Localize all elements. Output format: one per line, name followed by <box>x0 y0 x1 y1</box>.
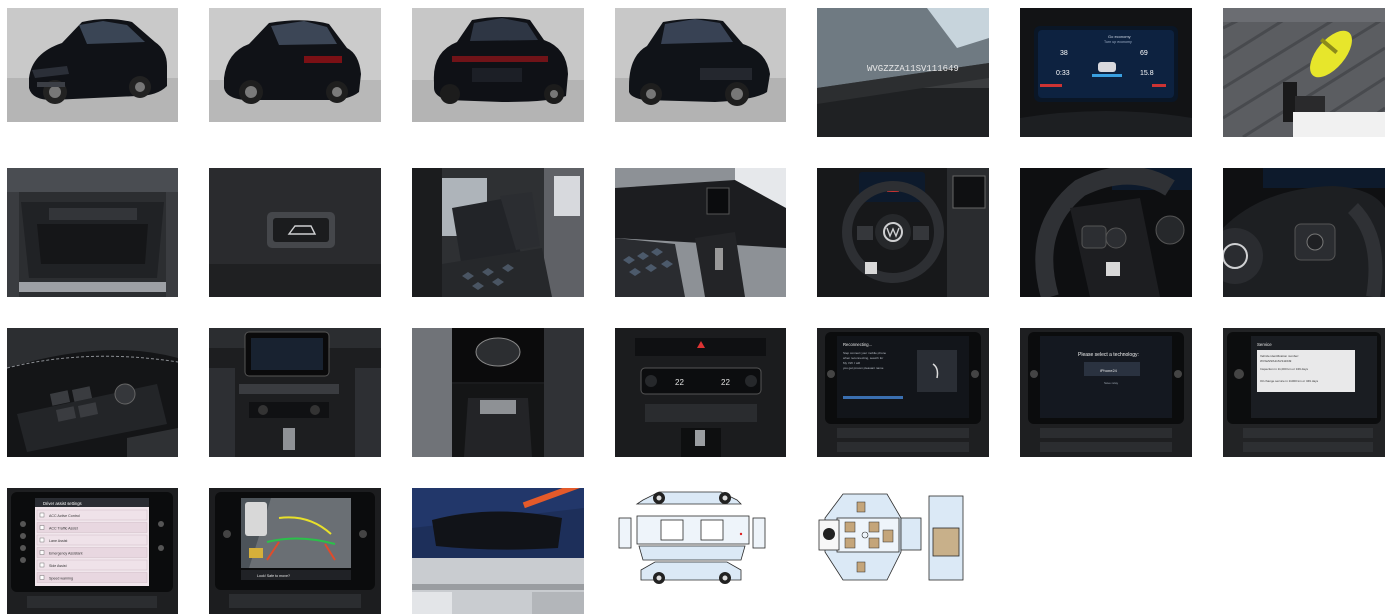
assist-checkbox <box>39 512 45 518</box>
assist-checkbox <box>39 550 45 555</box>
photo-exterior-rear-left[interactable] <box>209 8 381 122</box>
photo-steering-controls-left[interactable]: 18.8 <box>1020 168 1192 297</box>
tech-option-iphone: iPhone24 <box>1100 368 1118 373</box>
assist-checkbox <box>39 575 45 580</box>
photo-rearview-mirror[interactable] <box>412 488 584 614</box>
photo-trunk[interactable] <box>7 168 178 297</box>
service-line-4: Oil change service in 11000 km or 349 da… <box>1260 379 1319 383</box>
vin-text: WVGZZZA11SV111649 <box>867 64 959 74</box>
photo-steering-controls-right[interactable] <box>1223 168 1385 297</box>
reconnect-line-2: when reconnecting, search for <box>843 356 883 360</box>
photo-steering-wheel[interactable] <box>817 168 989 297</box>
photo-exterior-rear[interactable] <box>412 8 584 122</box>
assist-title: Driver assist settings <box>43 501 82 506</box>
reconnect-title: Reconnecting... <box>843 342 872 347</box>
photo-infotainment-service[interactable]: Service Vehicle identification number: W… <box>1223 328 1385 457</box>
cluster-trip-time: 0:33 <box>1056 70 1070 77</box>
photo-damage-diagram-interior[interactable] <box>817 488 967 588</box>
photo-rear-camera[interactable]: Look! Safe to move? <box>209 488 381 614</box>
svg-text:22: 22 <box>721 378 730 387</box>
assist-item-label: Emergency Assistant <box>49 552 83 556</box>
cluster-line-1: Go economy <box>1108 34 1131 39</box>
assist-item-label: Side Assist <box>49 564 67 568</box>
tech-prompt: Please select a technology: <box>1078 352 1139 358</box>
photo-window-switches[interactable] <box>7 328 178 457</box>
assist-item-label: Lane Assist <box>49 539 67 543</box>
photo-damage-diagram-exterior[interactable] <box>615 488 771 588</box>
photo-infotainment-select-technology[interactable]: Please select a technology: iPhone24 Sav… <box>1020 328 1192 457</box>
cluster-distance: 15.8 <box>1140 70 1154 77</box>
tech-option-2: Save relay <box>1104 381 1119 385</box>
service-line-3: Inspection in 11,000 km or 349 days <box>1260 367 1308 371</box>
photo-dashboard-interior[interactable] <box>615 168 786 297</box>
photo-infotainment-reconnecting[interactable]: Reconnecting... Step connect your mobile… <box>817 328 989 457</box>
service-line-2: WVGZZZA11SV111649 <box>1260 359 1292 363</box>
photo-rear-seats[interactable] <box>412 168 584 297</box>
photo-driver-assist-settings[interactable]: Driver assist settings ACC Active Contro… <box>7 488 178 614</box>
reconnect-line-4: you get proven pleasant name <box>843 366 884 370</box>
photo-tailgate-button[interactable] <box>209 168 381 297</box>
assist-item-label: ACC Traffic Assist <box>49 527 78 531</box>
photo-exterior-front-left[interactable] <box>7 8 178 122</box>
photo-instrument-cluster[interactable]: Go economy Turn up economy 38 69 0:33 15… <box>1020 8 1192 137</box>
cluster-range: 38 <box>1060 50 1068 57</box>
assist-item-label: Speed warning <box>49 577 73 581</box>
reconnect-line-3: My VW. I will <box>843 361 860 365</box>
photo-exterior-front-right[interactable] <box>615 8 786 122</box>
photo-key-fob[interactable] <box>1223 8 1385 137</box>
photo-gallery: WVGZZZA11SV111649 Go economy Turn up eco… <box>0 0 1385 614</box>
cluster-line-2: Turn up economy <box>1104 40 1132 44</box>
reconnect-line-1: Step connect your mobile phone <box>843 351 886 355</box>
photo-climate-controls[interactable]: 22 22 <box>615 328 786 457</box>
assist-item-label: ACC Active Control <box>49 514 80 518</box>
assist-checkbox <box>39 537 45 543</box>
assist-checkbox <box>39 562 45 568</box>
photo-vin-plate[interactable]: WVGZZZA11SV111649 <box>817 8 989 137</box>
service-title: Service <box>1257 342 1272 347</box>
svg-text:22: 22 <box>675 378 684 387</box>
photo-center-console[interactable] <box>209 328 381 457</box>
assist-checkbox <box>39 525 45 530</box>
camera-caption: Look! Safe to move? <box>257 574 290 578</box>
photo-cupholders[interactable] <box>412 328 584 457</box>
cluster-consumption: 69 <box>1140 50 1148 57</box>
service-line-1: Vehicle identification number: <box>1260 354 1299 358</box>
